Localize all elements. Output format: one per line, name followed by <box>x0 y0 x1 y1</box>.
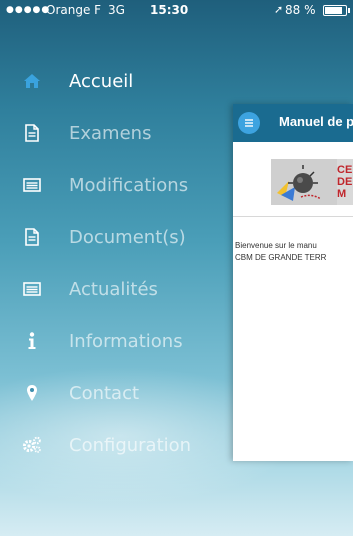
app-screen: ●●●●● Orange F 3G 15:30 ➚ 88 % Accueil E… <box>0 0 353 536</box>
cbm-logo: CE DE M <box>271 159 353 205</box>
logo-lettering: CE DE M <box>337 164 353 200</box>
menu-item-documents[interactable]: Document(s) <box>0 211 233 263</box>
location-pin-icon <box>22 383 42 403</box>
clock: 15:30 <box>150 3 189 17</box>
battery-icon <box>323 5 350 16</box>
panel-header: Manuel de p <box>233 104 353 142</box>
home-icon <box>22 71 42 91</box>
gears-icon <box>22 435 42 455</box>
list-icon <box>22 175 42 195</box>
battery-percentage: 88 % <box>285 3 316 17</box>
info-icon <box>22 331 42 351</box>
menu-item-actualites[interactable]: Actualités <box>0 263 233 315</box>
document-icon <box>22 227 42 247</box>
location-arrow-icon: ➚ <box>274 3 284 16</box>
list-icon <box>22 279 42 299</box>
menu-label: Modifications <box>69 174 189 196</box>
network-type: 3G <box>108 3 125 17</box>
carrier-name: Orange F <box>46 3 102 17</box>
menu-label: Actualités <box>69 278 158 300</box>
welcome-text: Bienvenue sur le manu CBM DE GRANDE TERR <box>235 240 326 264</box>
logo-area: CE DE M <box>233 142 353 217</box>
menu-item-configuration[interactable]: Configuration <box>0 419 233 471</box>
menu-item-modifications[interactable]: Modifications <box>0 159 233 211</box>
menu-label: Informations <box>69 330 183 352</box>
menu-item-examens[interactable]: Examens <box>0 107 233 159</box>
welcome-line: CBM DE GRANDE TERR <box>235 253 327 262</box>
menu-label: Document(s) <box>69 226 186 248</box>
logo-graphic <box>271 159 337 205</box>
document-icon <box>22 123 42 143</box>
side-menu: Accueil Examens Modifications Document(s… <box>0 55 233 471</box>
signal-strength: ●●●●● <box>6 5 51 15</box>
panel-title: Manuel de p <box>279 114 353 129</box>
welcome-line: Bienvenue sur le manu <box>235 241 317 250</box>
menu-label: Contact <box>69 382 140 404</box>
menu-label: Examens <box>69 122 152 144</box>
content-panel[interactable]: Manuel de p CE DE M Bienvenue sur le man… <box>233 104 353 461</box>
status-bar: ●●●●● Orange F 3G 15:30 ➚ 88 % <box>0 0 353 20</box>
hamburger-menu-button[interactable] <box>238 112 260 134</box>
menu-item-contact[interactable]: Contact <box>0 367 233 419</box>
menu-label: Configuration <box>69 434 192 456</box>
hamburger-icon <box>245 119 253 127</box>
menu-item-accueil[interactable]: Accueil <box>0 55 233 107</box>
menu-label: Accueil <box>69 70 134 92</box>
menu-item-informations[interactable]: Informations <box>0 315 233 367</box>
